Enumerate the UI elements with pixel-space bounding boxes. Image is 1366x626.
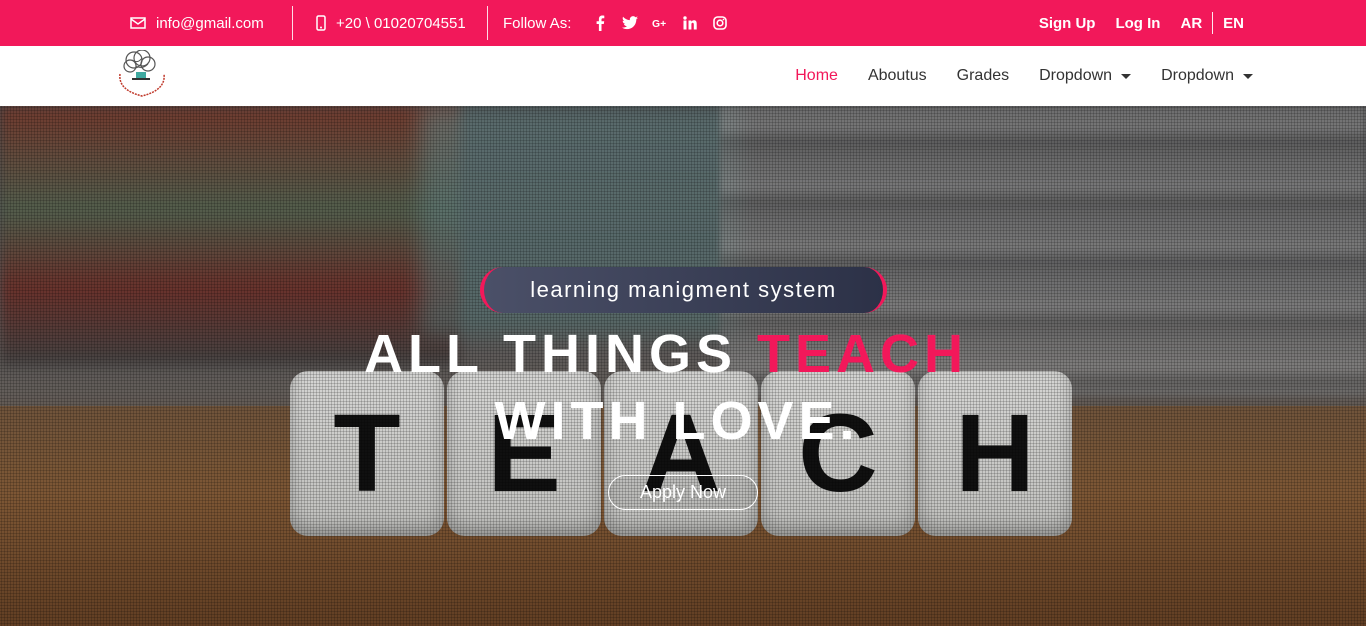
site-logo[interactable] bbox=[114, 49, 170, 102]
hero-headline-line2: WITH LOVE. bbox=[494, 391, 860, 451]
mobile-phone-icon bbox=[316, 15, 326, 31]
nav-menu: Home Aboutus Grades Dropdown Dropdown bbox=[765, 46, 1253, 106]
login-link[interactable]: Log In bbox=[1115, 15, 1160, 32]
caret-down-icon bbox=[1243, 73, 1253, 79]
apply-now-button[interactable]: Apply Now bbox=[608, 475, 758, 510]
caret-down-icon bbox=[1121, 73, 1132, 79]
follow-label: Follow As: bbox=[503, 14, 572, 32]
facebook-icon[interactable] bbox=[592, 15, 608, 31]
main-navbar: Home Aboutus Grades Dropdown Dropdown bbox=[0, 46, 1366, 106]
envelope-icon bbox=[130, 16, 146, 30]
top-bar: info@gmail.com +20 \ 01020704551 Follow … bbox=[0, 0, 1366, 46]
nav-dropdown-1[interactable]: Dropdown bbox=[1039, 67, 1132, 85]
divider bbox=[1212, 12, 1214, 34]
phone-contact[interactable]: +20 \ 01020704551 bbox=[316, 0, 466, 46]
headline-highlight: TEACH bbox=[757, 324, 968, 384]
divider bbox=[292, 6, 293, 40]
email-contact[interactable]: info@gmail.com bbox=[130, 0, 264, 46]
signup-link[interactable]: Sign Up bbox=[1039, 15, 1096, 32]
svg-text:G+: G+ bbox=[652, 19, 666, 30]
email-text: info@gmail.com bbox=[156, 14, 264, 32]
language-ar[interactable]: AR bbox=[1180, 15, 1202, 32]
divider bbox=[487, 6, 488, 40]
linkedin-icon[interactable] bbox=[682, 15, 698, 31]
nav-dropdown-2[interactable]: Dropdown bbox=[1161, 67, 1253, 85]
hero-headline: ALL THINGS TEACH bbox=[0, 322, 1332, 386]
social-links: G+ bbox=[592, 0, 728, 46]
headline-text: ALL THINGS bbox=[363, 324, 757, 384]
auth-and-language: Sign Up Log In AR EN bbox=[1019, 0, 1244, 46]
hero-badge: learning manigment system bbox=[480, 267, 887, 313]
instagram-icon[interactable] bbox=[712, 15, 728, 31]
google-plus-icon[interactable]: G+ bbox=[652, 15, 668, 31]
nav-dropdown-label: Dropdown bbox=[1039, 67, 1113, 84]
twitter-icon[interactable] bbox=[622, 15, 638, 31]
nav-grades[interactable]: Grades bbox=[957, 67, 1009, 85]
phone-text: +20 \ 01020704551 bbox=[336, 14, 466, 32]
nav-dropdown-label: Dropdown bbox=[1161, 67, 1234, 84]
hero-banner: T E A C H learning manigment system ALL … bbox=[0, 106, 1366, 626]
nav-aboutus[interactable]: Aboutus bbox=[868, 67, 927, 85]
language-en[interactable]: EN bbox=[1223, 15, 1244, 32]
nav-home[interactable]: Home bbox=[795, 67, 838, 85]
